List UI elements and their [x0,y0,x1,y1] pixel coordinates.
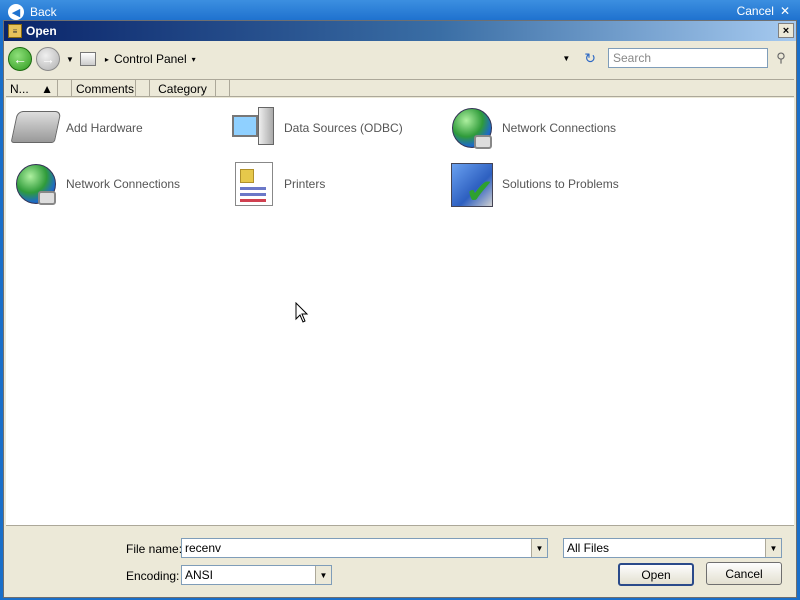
list-item-label: Network Connections [66,177,181,191]
background-back-button[interactable]: ◀ Back [8,4,57,20]
column-divider [216,80,230,96]
background-app-bar: ◀ Back Cancel ✕ [0,0,800,20]
filename-dropdown-icon[interactable]: ▼ [531,539,547,557]
list-item[interactable]: Data Sources (ODBC) [230,104,403,152]
dialog-title: Open [26,24,57,38]
open-dialog: ≡ Open × ← → ▼ ▸ Control Panel ▾ ▼ ↻ Sea… [3,20,797,598]
encoding-value: ANSI [185,568,214,582]
background-cancel-button[interactable]: Cancel ✕ [737,4,790,18]
list-item[interactable]: Network Connections [12,160,180,208]
list-item[interactable]: Network Connections [448,104,616,152]
back-arrow-icon: ← [13,51,27,67]
list-item[interactable]: Solutions to Problems [448,160,619,212]
forward-arrow-icon: → [41,51,55,67]
column-category[interactable]: Category [150,80,216,96]
recent-pages-dropdown[interactable]: ▼ [66,55,74,64]
forward-button[interactable]: → [36,47,60,71]
column-comments[interactable]: Comments [72,80,136,96]
search-icon[interactable]: ⚲ [772,49,790,67]
encoding-dropdown-icon[interactable]: ▼ [315,566,331,584]
dialog-footer: File name: recenv ▼ All Files ▼ Encoding… [4,529,796,597]
nav-right-group: ▼ ↻ Search ⚲ [560,48,790,68]
filename-label: File name: [126,542,183,556]
navigation-bar: ← → ▼ ▸ Control Panel ▾ ▼ ↻ Search ⚲ [4,42,796,76]
search-input[interactable]: Search [608,48,768,68]
odbc-icon [230,105,278,151]
cancel-button[interactable]: Cancel [706,562,782,585]
breadcrumb-chevron-icon[interactable]: ▸ [105,55,109,64]
encoding-label: Encoding: [126,569,180,583]
notepad-icon: ≡ [8,24,22,38]
breadcrumb-control-panel[interactable]: Control Panel [114,52,187,66]
sort-up-icon: ▲ [41,82,53,96]
hardware-icon [10,105,62,151]
mouse-cursor-icon [295,302,309,323]
list-item-label: Network Connections [502,121,617,135]
column-header-row: N... ▲ Comments Category [6,79,794,97]
list-item[interactable]: Add Hardware [10,104,143,152]
printers-icon [230,161,278,207]
close-button[interactable]: × [778,23,794,38]
background-cancel-label: Cancel [736,4,774,18]
back-arrow-icon: ◀ [8,4,24,20]
column-name-label: N... [10,82,29,96]
filetype-select[interactable]: All Files ▼ [563,538,782,558]
filetype-value: All Files [567,541,610,555]
close-icon: ✕ [779,4,790,18]
dialog-titlebar: ≡ Open [4,21,796,41]
background-back-label: Back [30,5,57,19]
column-divider [58,80,72,96]
open-button[interactable]: Open [618,563,694,586]
solutions-icon [448,161,496,212]
close-icon: × [782,24,790,37]
control-panel-icon [79,52,96,66]
column-name[interactable]: N... ▲ [6,80,58,96]
globe-network-icon [448,105,496,151]
column-divider [136,80,150,96]
list-item-label: Add Hardware [66,121,143,135]
filename-field[interactable]: recenv ▼ [181,538,548,558]
breadcrumb-dropdown-icon[interactable]: ▾ [192,55,196,64]
globe-network-icon [12,161,60,207]
list-item-label: Data Sources (ODBC) [284,121,403,135]
back-button[interactable]: ← [8,47,32,71]
list-item-label: Printers [284,177,326,191]
filename-value: recenv [185,541,222,555]
refresh-icon[interactable]: ↻ [584,50,596,67]
filetype-dropdown-icon[interactable]: ▼ [765,539,781,557]
list-item-label: Solutions to Problems [502,177,619,191]
encoding-select[interactable]: ANSI ▼ [181,565,332,585]
list-item[interactable]: Printers [230,160,325,208]
file-list: Add Hardware Data Sources (ODBC) Network… [6,98,794,526]
address-dropdown-icon[interactable]: ▼ [562,54,570,63]
